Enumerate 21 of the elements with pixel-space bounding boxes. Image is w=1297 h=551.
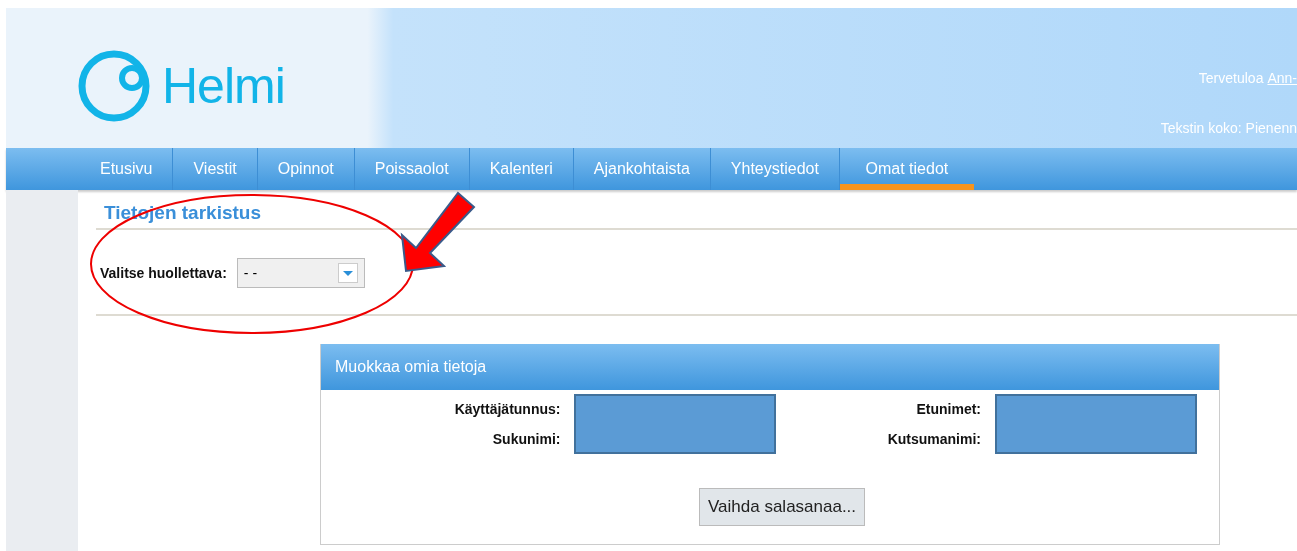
nav-tab[interactable]: Opinnot — [257, 148, 355, 190]
field-label: Kutsumanimi: — [887, 431, 981, 447]
field-label: Sukunimi: — [492, 431, 561, 447]
field-label: Etunimet: — [916, 401, 981, 417]
dropdown-icon — [337, 263, 358, 283]
dependant-select[interactable]: - - — [236, 258, 365, 288]
nav-tab[interactable]: Poissaolot — [354, 148, 470, 190]
change-password-button[interactable]: Vaihda salasanaa... — [699, 488, 866, 526]
logo-text: Helmi — [162, 57, 285, 115]
panel-title: Muokkaa omia tietoja — [321, 344, 1219, 390]
user-link[interactable]: Ann- — [1267, 70, 1297, 86]
text-size-label: Tekstin koko: Pienenn — [1160, 120, 1297, 136]
nav-tab[interactable]: Ajankohtaista — [573, 148, 711, 190]
nav-tab[interactable]: Kalenteri — [469, 148, 574, 190]
select-label: Valitse huollettava: — [100, 265, 227, 281]
field-label: Käyttäjätunnus: — [454, 401, 561, 417]
welcome-text: Tervetuloa — [1198, 70, 1264, 86]
nav-tab[interactable]: Yhteystiedot — [710, 148, 840, 190]
nav-tab[interactable]: Viestit — [173, 148, 258, 190]
nav-tab[interactable]: Omat tiedot — [839, 148, 974, 190]
nav-tab[interactable]: Etusivu — [80, 148, 174, 190]
